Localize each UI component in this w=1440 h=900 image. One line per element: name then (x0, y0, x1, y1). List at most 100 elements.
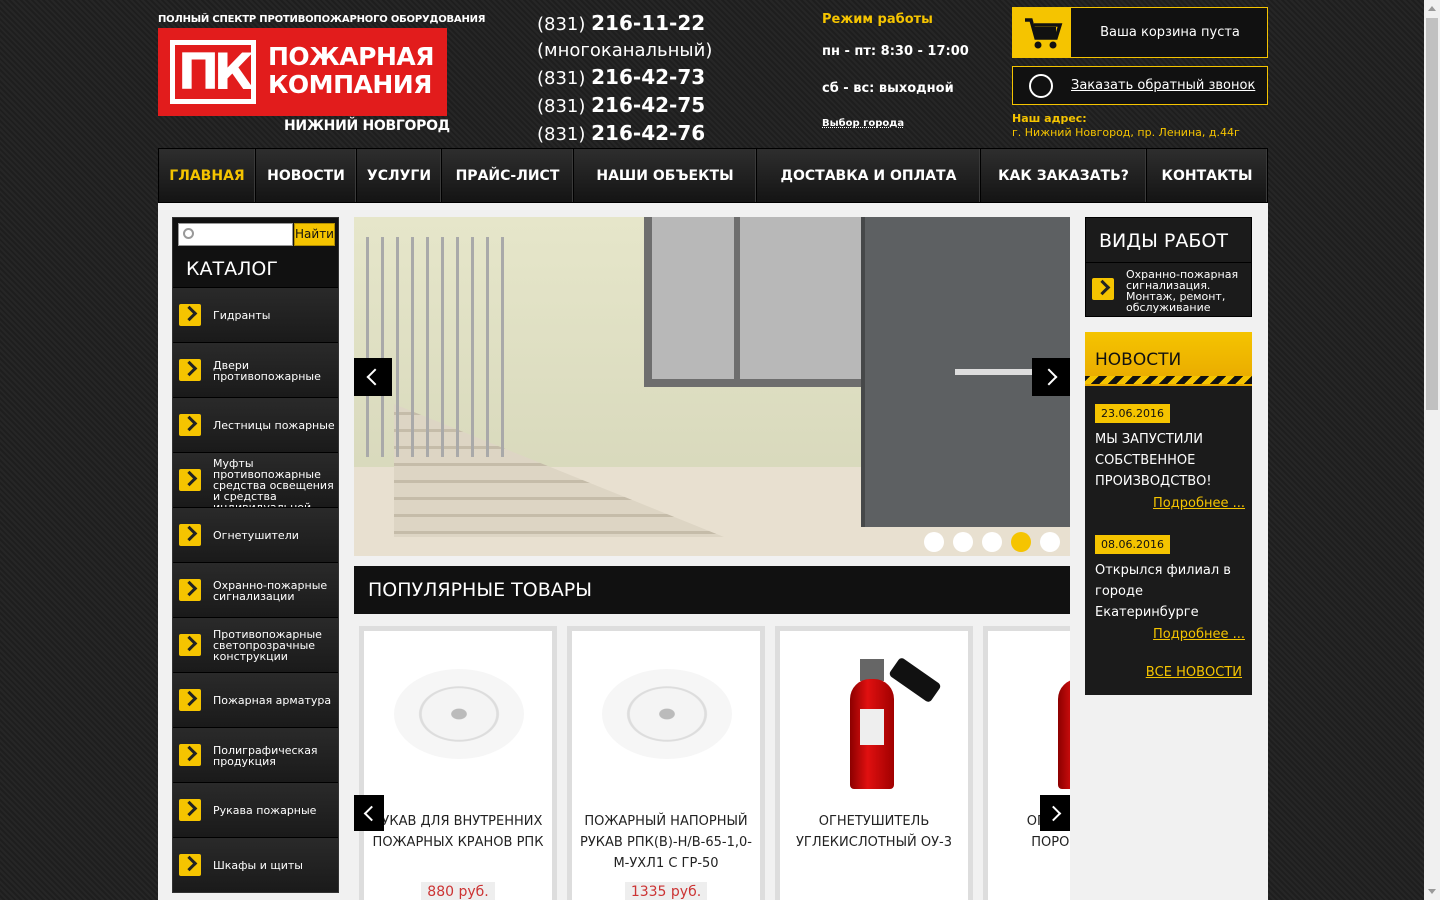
product-name[interactable]: РУКАВ ДЛЯ ВНУТРЕННИХ ПОЖАРНЫХ КРАНОВ РПК (370, 811, 546, 853)
catalog-item-label: Полиграфическая продукция (213, 743, 318, 768)
catalog-item-label: Рукава пожарные (213, 804, 317, 817)
product-card[interactable]: ОГНЕТУШИТЕЛЬ ПОРОШКОВЫЙ (983, 626, 1070, 900)
catalog-item-hydrants[interactable]: Гидранты (173, 287, 338, 342)
hours-weekdays: пн - пт: 8:30 - 17:00 (822, 44, 969, 59)
hero-slider (354, 217, 1070, 556)
news-more-link[interactable]: Подробнее ... (1095, 627, 1245, 642)
working-hours: Режим работы пн - пт: 8:30 - 17:00 сб - … (822, 12, 969, 96)
phone-2[interactable]: (831) 216-42-73 (537, 64, 712, 92)
nav-item-how-to-order[interactable]: КАК ЗАКАЗАТЬ? (981, 149, 1147, 202)
catalog-item-doors[interactable]: Двери противопожарные (173, 342, 338, 397)
city-select-link[interactable]: Выбор города (822, 118, 904, 129)
cart-button[interactable]: Ваша корзина пуста (1012, 7, 1268, 58)
catalog-sidebar: Найти КАТАЛОГ Гидранты Двери противопожа… (172, 217, 339, 893)
phone-icon (1029, 74, 1053, 98)
catalog-item-label: Противопожарные светопрозрачные конструк… (213, 628, 322, 663)
works-item-alarm[interactable]: Охранно-пожарная сигнализация. Монтаж, р… (1086, 263, 1251, 316)
nav-item-home[interactable]: ГЛАВНАЯ (159, 149, 256, 202)
phone-1[interactable]: (831) 216-11-22 (537, 10, 712, 38)
slider-prev-button[interactable] (354, 358, 392, 396)
catalog-item-alarms[interactable]: Охранно-пожарные сигнализации (173, 562, 338, 617)
chevron-right-icon (179, 359, 201, 381)
search-box (178, 223, 293, 246)
product-card[interactable]: РУКАВ ДЛЯ ВНУТРЕННИХ ПОЖАРНЫХ КРАНОВ РПК… (359, 626, 557, 900)
hours-title: Режим работы (822, 12, 933, 27)
news-box: НОВОСТИ 23.06.2016 МЫ ЗАПУСТИЛИ СОБСТВЕН… (1085, 332, 1252, 695)
product-card[interactable]: ОГНЕТУШИТЕЛЬ УГЛЕКИСЛОТНЫЙ ОУ-3 (775, 626, 973, 900)
cart-label: Ваша корзина пуста (1100, 25, 1240, 40)
nav-item-services[interactable]: УСЛУГИ (357, 149, 442, 202)
product-price-wrap: 880 руб. (364, 881, 552, 900)
phone-list: (831) 216-11-22 (многоканальный) (831) 2… (537, 10, 712, 148)
logo[interactable]: ПК ПОЖАРНАЯ КОМПАНИЯ (158, 28, 447, 116)
catalog-item-label: Муфты противопожарные средства освещения… (213, 457, 334, 507)
catalog-item-hoses[interactable]: Рукава пожарные (173, 782, 338, 837)
product-price-wrap: 1335 руб. (572, 881, 760, 900)
search-input[interactable] (201, 226, 291, 243)
slider-dot[interactable] (982, 532, 1002, 552)
catalog-title: КАТАЛОГ (186, 258, 278, 280)
chevron-right-icon (179, 634, 201, 656)
nav-item-delivery[interactable]: ДОСТАВКА И ОПЛАТА (757, 149, 981, 202)
popular-products: РУКАВ ДЛЯ ВНУТРЕННИХ ПОЖАРНЫХ КРАНОВ РПК… (354, 624, 1070, 900)
news-date: 23.06.2016 (1095, 404, 1170, 423)
search-button[interactable]: Найти (294, 223, 335, 246)
fire-hose-image (374, 639, 542, 789)
nav-item-contacts[interactable]: КОНТАКТЫ (1147, 149, 1267, 202)
hours-weekend: сб - вс: выходной (822, 81, 954, 96)
slider-dot[interactable] (953, 532, 973, 552)
news-title: НОВОСТИ (1095, 350, 1182, 370)
slider-dot[interactable] (1040, 532, 1060, 552)
scroll-down-arrow-icon[interactable] (1428, 889, 1436, 894)
catalog-item-label: Пожарная арматура (213, 694, 332, 707)
nav-item-objects[interactable]: НАШИ ОБЪЕКТЫ (574, 149, 757, 202)
works-title: ВИДЫ РАБОТ (1099, 230, 1228, 252)
product-price: 880 руб. (421, 882, 495, 900)
site-header: ПОЛНЫЙ СПЕКТР ПРОТИВОПОЖАРНОГО ОБОРУДОВА… (0, 0, 1424, 148)
products-next-button[interactable] (1040, 795, 1070, 831)
catalog-item-cabinets[interactable]: Шкафы и щиты (173, 837, 338, 892)
chevron-right-icon (179, 744, 201, 766)
catalog-item-fittings[interactable]: Пожарная арматура (173, 672, 338, 727)
logo-line-1: ПОЖАРНАЯ (268, 42, 434, 71)
news-header: НОВОСТИ (1085, 332, 1252, 386)
catalog-item-ladders[interactable]: Лестницы пожарные (173, 397, 338, 452)
news-item: 23.06.2016 МЫ ЗАПУСТИЛИ СОБСТВЕННОЕ ПРОИ… (1095, 402, 1245, 511)
news-text[interactable]: МЫ ЗАПУСТИЛИ СОБСТВЕННОЕ ПРОИЗВОДСТВО! (1095, 429, 1245, 492)
product-card[interactable]: ПОЖАРНЫЙ НАПОРНЫЙ РУКАВ РПК(В)-Н/В-65-1,… (567, 626, 765, 900)
page-scrollbar[interactable] (1424, 0, 1440, 900)
chevron-right-icon (179, 414, 201, 436)
extinguisher-image (790, 639, 958, 789)
all-news-link[interactable]: ВСЕ НОВОСТИ (1146, 665, 1242, 680)
slide-railing (354, 237, 514, 457)
news-item: 08.06.2016 Открылся филиал в городе Екат… (1095, 533, 1245, 642)
news-text[interactable]: Открылся филиал в городе Екатеринбурге (1095, 560, 1245, 623)
callback-label: Заказать обратный звонок (1071, 78, 1256, 93)
news-more-link[interactable]: Подробнее ... (1095, 496, 1245, 511)
content-area: Найти КАТАЛОГ Гидранты Двери противопожа… (158, 203, 1268, 900)
fire-hose-image (582, 639, 750, 789)
phone-note: (многоканальный) (537, 40, 713, 61)
phone-3[interactable]: (831) 216-42-75 (537, 92, 712, 120)
catalog-item-couplings[interactable]: Муфты противопожарные средства освещения… (173, 452, 338, 507)
address-block: Наш адрес: г. Нижний Новгород, пр. Ленин… (1012, 112, 1240, 140)
nav-item-pricelist[interactable]: ПРАЙС-ЛИСТ (442, 149, 574, 202)
product-price: 1335 руб. (624, 882, 708, 900)
phone-4[interactable]: (831) 216-42-76 (537, 120, 712, 148)
callback-button[interactable]: Заказать обратный звонок (1012, 66, 1268, 105)
scroll-thumb[interactable] (1426, 18, 1438, 410)
products-prev-button[interactable] (354, 795, 384, 831)
catalog-item-glass-structures[interactable]: Противопожарные светопрозрачные конструк… (173, 617, 338, 672)
slider-dot[interactable] (924, 532, 944, 552)
nav-item-news[interactable]: НОВОСТИ (256, 149, 357, 202)
slider-next-button[interactable] (1032, 358, 1070, 396)
catalog-item-printing[interactable]: Полиграфическая продукция (173, 727, 338, 782)
product-name[interactable]: ОГНЕТУШИТЕЛЬ УГЛЕКИСЛОТНЫЙ ОУ-3 (786, 811, 962, 853)
news-stripe (1085, 376, 1252, 384)
extinguisher-image (998, 639, 1070, 789)
product-name[interactable]: ПОЖАРНЫЙ НАПОРНЫЙ РУКАВ РПК(В)-Н/В-65-1,… (578, 811, 754, 874)
catalog-item-extinguishers[interactable]: Огнетушители (173, 507, 338, 562)
slide-image (354, 217, 1070, 556)
slider-dot[interactable] (1011, 532, 1031, 552)
scroll-up-arrow-icon[interactable] (1428, 6, 1436, 11)
